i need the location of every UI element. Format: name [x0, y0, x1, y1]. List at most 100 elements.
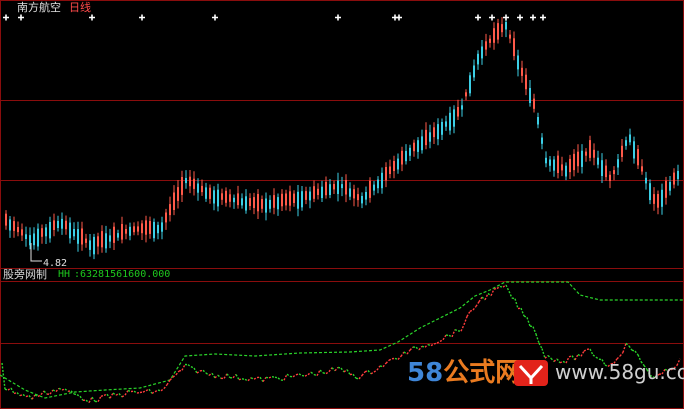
indicator-trace — [340, 367, 345, 373]
candle-body — [533, 98, 535, 109]
candle-body — [13, 221, 15, 231]
candle-body — [77, 229, 79, 244]
chart-canvas[interactable] — [0, 0, 684, 409]
indicator-trace — [181, 364, 186, 371]
candle-body — [621, 145, 623, 157]
indicator-trace — [589, 348, 594, 356]
candle-body — [549, 159, 551, 166]
plus-icon — [503, 14, 509, 21]
candle-body — [261, 199, 263, 209]
indicator-trace — [157, 389, 162, 392]
indicator-trace — [217, 374, 222, 379]
candle-body — [9, 219, 11, 231]
candle-body — [293, 193, 295, 203]
indicator-trace — [382, 362, 387, 368]
indicator-trace — [301, 374, 306, 377]
indicator-trace — [520, 307, 525, 317]
candle-body — [101, 231, 103, 248]
indicator-trace — [505, 284, 510, 292]
watermark: 58公式网 — [407, 352, 521, 389]
grid-lines — [0, 0, 684, 409]
indicator-trace — [160, 388, 165, 392]
indicator-trace — [352, 373, 357, 379]
candle-body — [85, 238, 87, 243]
indicator-trace — [226, 373, 231, 379]
indicator-trace — [376, 365, 381, 371]
candle-body — [449, 112, 451, 131]
indicator-trace — [13, 391, 18, 395]
indicator-trace — [424, 344, 429, 348]
candle-body — [185, 178, 187, 184]
indicator-trace — [307, 371, 312, 376]
candle-body — [525, 74, 527, 90]
candle-body — [505, 22, 507, 30]
candle-body — [597, 157, 599, 165]
indicator-lines — [0, 281, 684, 404]
indicator-trace — [628, 345, 633, 351]
candle-body — [33, 233, 35, 246]
candle-body — [25, 234, 27, 239]
candle-body — [581, 150, 583, 167]
indicator-value: 63281561600.000 — [80, 269, 171, 280]
candle-body — [433, 127, 435, 138]
candle-body — [473, 65, 475, 78]
indicator-trace — [109, 392, 114, 399]
indicator-name[interactable]: 股旁网制 — [3, 268, 47, 281]
candle-body — [385, 167, 387, 181]
period-label[interactable]: 日线 — [69, 1, 91, 14]
chart-frame — [0, 0, 684, 409]
candle-body — [193, 178, 195, 189]
plus-icon — [530, 14, 536, 21]
indicator-trace — [19, 393, 24, 397]
candle-body — [329, 184, 331, 195]
indicator-trace — [358, 375, 363, 380]
indicator-trace — [499, 285, 504, 288]
indicator-trace — [322, 372, 327, 375]
indicator-trace — [268, 376, 273, 379]
candle-body — [93, 236, 95, 255]
indicator-trace — [337, 366, 342, 369]
candle-body — [73, 229, 75, 237]
indicator-trace — [535, 333, 540, 344]
candle-body — [109, 235, 111, 242]
candle-body — [65, 220, 67, 230]
candle-body — [541, 137, 543, 144]
candle-body — [381, 172, 383, 189]
indicator-trace — [478, 296, 483, 303]
indicator-trace — [271, 376, 276, 378]
watermark-url: www.58gu.com — [555, 360, 684, 384]
candle-body — [425, 129, 427, 146]
indicator-trace — [622, 343, 627, 353]
indicator-trace — [91, 396, 96, 402]
candle-body — [141, 223, 143, 234]
watermark-number: 58 — [407, 358, 444, 388]
indicator-trace — [283, 373, 288, 381]
indicator-trace — [196, 370, 201, 374]
indicator-trace — [79, 395, 84, 401]
candle-body — [117, 233, 119, 238]
candle-body — [221, 193, 223, 200]
plus-icon — [18, 14, 24, 21]
indicator-trace — [277, 377, 282, 381]
indicator-trace — [523, 315, 528, 319]
indicator-trace — [55, 387, 60, 393]
candle-body — [405, 150, 407, 162]
candle-body — [353, 189, 355, 199]
candle-body — [213, 190, 215, 204]
indicator-trace — [436, 340, 441, 344]
indicator-trace — [211, 372, 216, 379]
indicator-trace — [241, 378, 246, 381]
indicator-trace — [121, 394, 126, 398]
low-price-pointer — [30, 243, 42, 262]
candle-body — [177, 187, 179, 201]
candle-body — [625, 140, 627, 146]
candle-body — [5, 213, 7, 226]
candle-body — [489, 38, 491, 43]
candle-body — [281, 193, 283, 207]
candle-body — [461, 105, 463, 110]
indicator-trace — [286, 373, 291, 377]
indicator-trace — [127, 389, 132, 393]
candle-body — [553, 159, 555, 171]
candle-body — [17, 227, 19, 233]
candle-body — [357, 194, 359, 201]
